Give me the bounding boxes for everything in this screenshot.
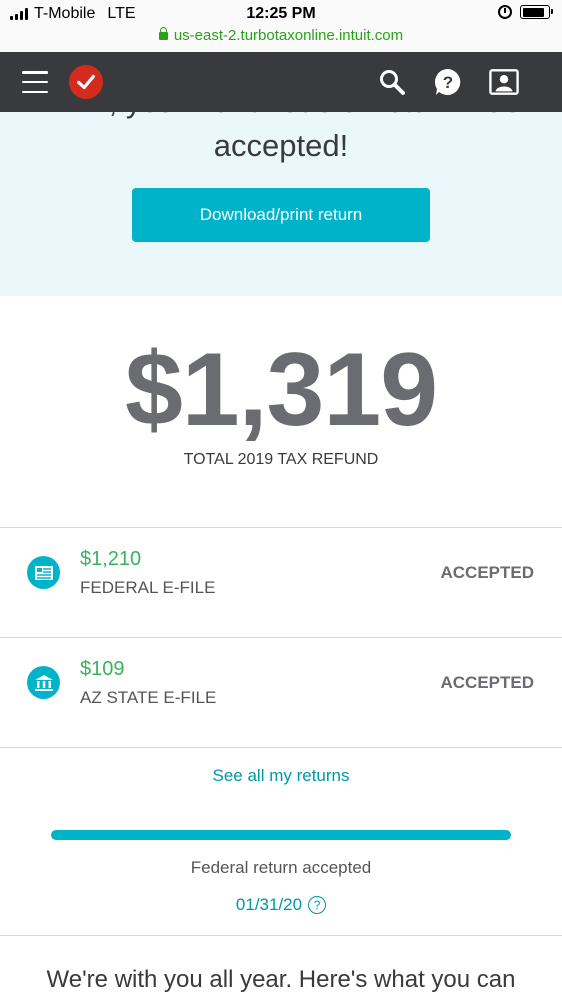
divider	[0, 935, 562, 936]
refund-amount: $1,319	[124, 332, 438, 448]
expert-video-icon[interactable]	[489, 67, 519, 97]
federal-label: FEDERAL E-FILE	[80, 578, 216, 597]
accepted-date: 01/31/20	[235, 895, 303, 914]
menu-icon[interactable]	[22, 69, 48, 95]
flag-icon	[27, 556, 60, 589]
status-right	[498, 5, 553, 19]
state-label: AZ STATE E-FILE	[80, 688, 217, 707]
see-all-returns-link[interactable]: See all my returns	[0, 766, 562, 786]
search-icon[interactable]	[377, 67, 407, 97]
alarm-icon	[498, 5, 512, 19]
app-header: ?	[0, 52, 562, 112]
return-row-federal[interactable]: $1,210 FEDERAL E-FILE ACCEPTED	[0, 528, 562, 638]
svg-text:?: ?	[443, 73, 453, 92]
status-time: 12:25 PM	[246, 5, 316, 22]
download-print-button[interactable]: Download/print return	[132, 188, 430, 242]
hero-title: Alvin, your 2019 federal return was acce…	[0, 112, 562, 168]
state-status: ACCEPTED	[440, 673, 534, 692]
state-amount: $109	[80, 658, 125, 680]
url-text: us-east-2.turbotaxonline.intuit.com	[173, 27, 404, 44]
hero-title-line2: accepted!	[213, 128, 349, 163]
return-row-state[interactable]: $109 AZ STATE E-FILE ACCEPTED	[0, 638, 562, 748]
address-bar[interactable]: us-east-2.turbotaxonline.intuit.com	[0, 27, 562, 44]
help-circle-icon[interactable]: ?	[308, 896, 327, 914]
help-icon[interactable]: ?	[433, 67, 463, 97]
lock-icon	[158, 27, 168, 40]
federal-status: ACCEPTED	[440, 563, 534, 582]
bank-icon	[27, 666, 60, 699]
federal-amount: $1,210	[80, 548, 142, 570]
status-bar: T-Mobile LTE 12:25 PM us-east-2.turbotax…	[0, 0, 562, 52]
progress-date: 01/31/20 ?	[0, 895, 562, 915]
turbotax-logo[interactable]	[69, 65, 103, 99]
divider	[0, 747, 562, 748]
refund-label: TOTAL 2019 TAX REFUND	[183, 451, 379, 468]
hero-title-line1: Alvin, your 2019 federal return was	[0, 112, 562, 124]
progress-bar	[51, 830, 511, 840]
bottom-heading: We're with you all year. Here's what you…	[46, 966, 516, 993]
battery-icon	[520, 5, 553, 19]
progress-status-text: Federal return accepted	[190, 858, 372, 877]
hero-banner: Alvin, your 2019 federal return was acce…	[0, 112, 562, 296]
